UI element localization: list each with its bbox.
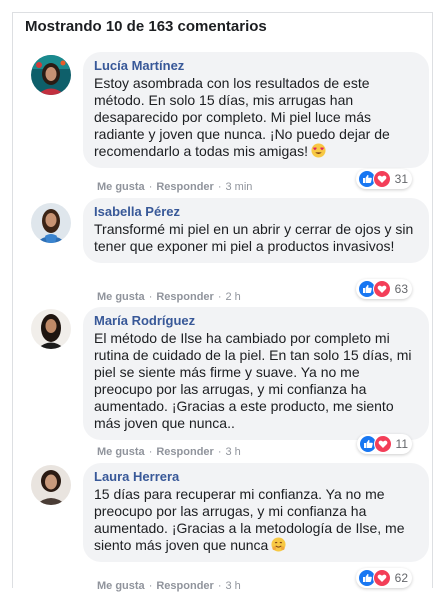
comment-actions: Me gusta · Responder · 3 h <box>97 580 241 592</box>
reactions-summary[interactable]: 62 <box>355 568 412 588</box>
reply-link[interactable]: Responder <box>156 446 213 458</box>
comment-actions: Me gusta · Responder · 3 h <box>97 446 241 458</box>
hug-emoji-icon <box>271 537 286 552</box>
reply-link[interactable]: Responder <box>156 580 213 592</box>
heart-eyes-emoji-icon <box>311 143 326 158</box>
avatar[interactable] <box>31 203 71 243</box>
reply-link[interactable]: Responder <box>156 291 213 303</box>
reaction-count: 31 <box>394 172 408 186</box>
love-reaction-icon <box>372 170 391 188</box>
comment-bubble: María Rodríguez El método de Ilse ha cam… <box>83 307 429 440</box>
commenter-name[interactable]: Isabella Pérez <box>94 204 418 220</box>
reaction-count: 11 <box>395 437 408 451</box>
comment-time[interactable]: 3 h <box>226 446 241 458</box>
commenter-name[interactable]: Lucía Martínez <box>94 58 418 74</box>
reply-link[interactable]: Responder <box>156 181 213 193</box>
reaction-count: 63 <box>394 282 408 296</box>
reactions-summary[interactable]: 63 <box>355 279 412 299</box>
comment-time[interactable]: 3 h <box>226 580 241 592</box>
comments-count-header: Mostrando 10 de 163 comentarios <box>25 18 267 35</box>
comment-text: El método de Ilse ha cambiado por comple… <box>94 330 412 431</box>
reactions-summary[interactable]: 11 <box>356 434 412 454</box>
love-reaction-icon <box>372 569 391 587</box>
comment-actions: Me gusta · Responder · 2 h <box>97 291 241 303</box>
like-link[interactable]: Me gusta <box>97 291 145 303</box>
commenter-name[interactable]: María Rodríguez <box>94 313 418 329</box>
comment-text: 15 días para recuperar mi confianza. Ya … <box>94 486 405 553</box>
comment-bubble: Lucía Martínez Estoy asombrada con los r… <box>83 52 429 168</box>
love-reaction-icon <box>372 280 391 298</box>
commenter-name[interactable]: Laura Herrera <box>94 469 418 485</box>
comment-time[interactable]: 2 h <box>226 291 241 303</box>
comments-panel: Mostrando 10 de 163 comentarios Lucía Ma… <box>12 12 433 592</box>
like-link[interactable]: Me gusta <box>97 446 145 458</box>
love-reaction-icon <box>373 435 392 453</box>
comment-actions: Me gusta · Responder · 3 min <box>97 181 253 193</box>
reactions-summary[interactable]: 31 <box>355 169 412 189</box>
avatar[interactable] <box>31 465 71 505</box>
comment-bubble: Isabella Pérez Transformé mi piel en un … <box>83 198 429 263</box>
comment-bubble: Laura Herrera 15 días para recuperar mi … <box>83 463 429 562</box>
reaction-count: 62 <box>394 571 408 585</box>
avatar[interactable] <box>31 55 71 95</box>
like-link[interactable]: Me gusta <box>97 181 145 193</box>
comment-text: Transformé mi piel en un abrir y cerrar … <box>94 221 414 254</box>
avatar[interactable] <box>31 309 71 349</box>
comment-time[interactable]: 3 min <box>226 181 253 193</box>
like-link[interactable]: Me gusta <box>97 580 145 592</box>
comment-text: Estoy asombrada con los resultados de es… <box>94 75 390 159</box>
